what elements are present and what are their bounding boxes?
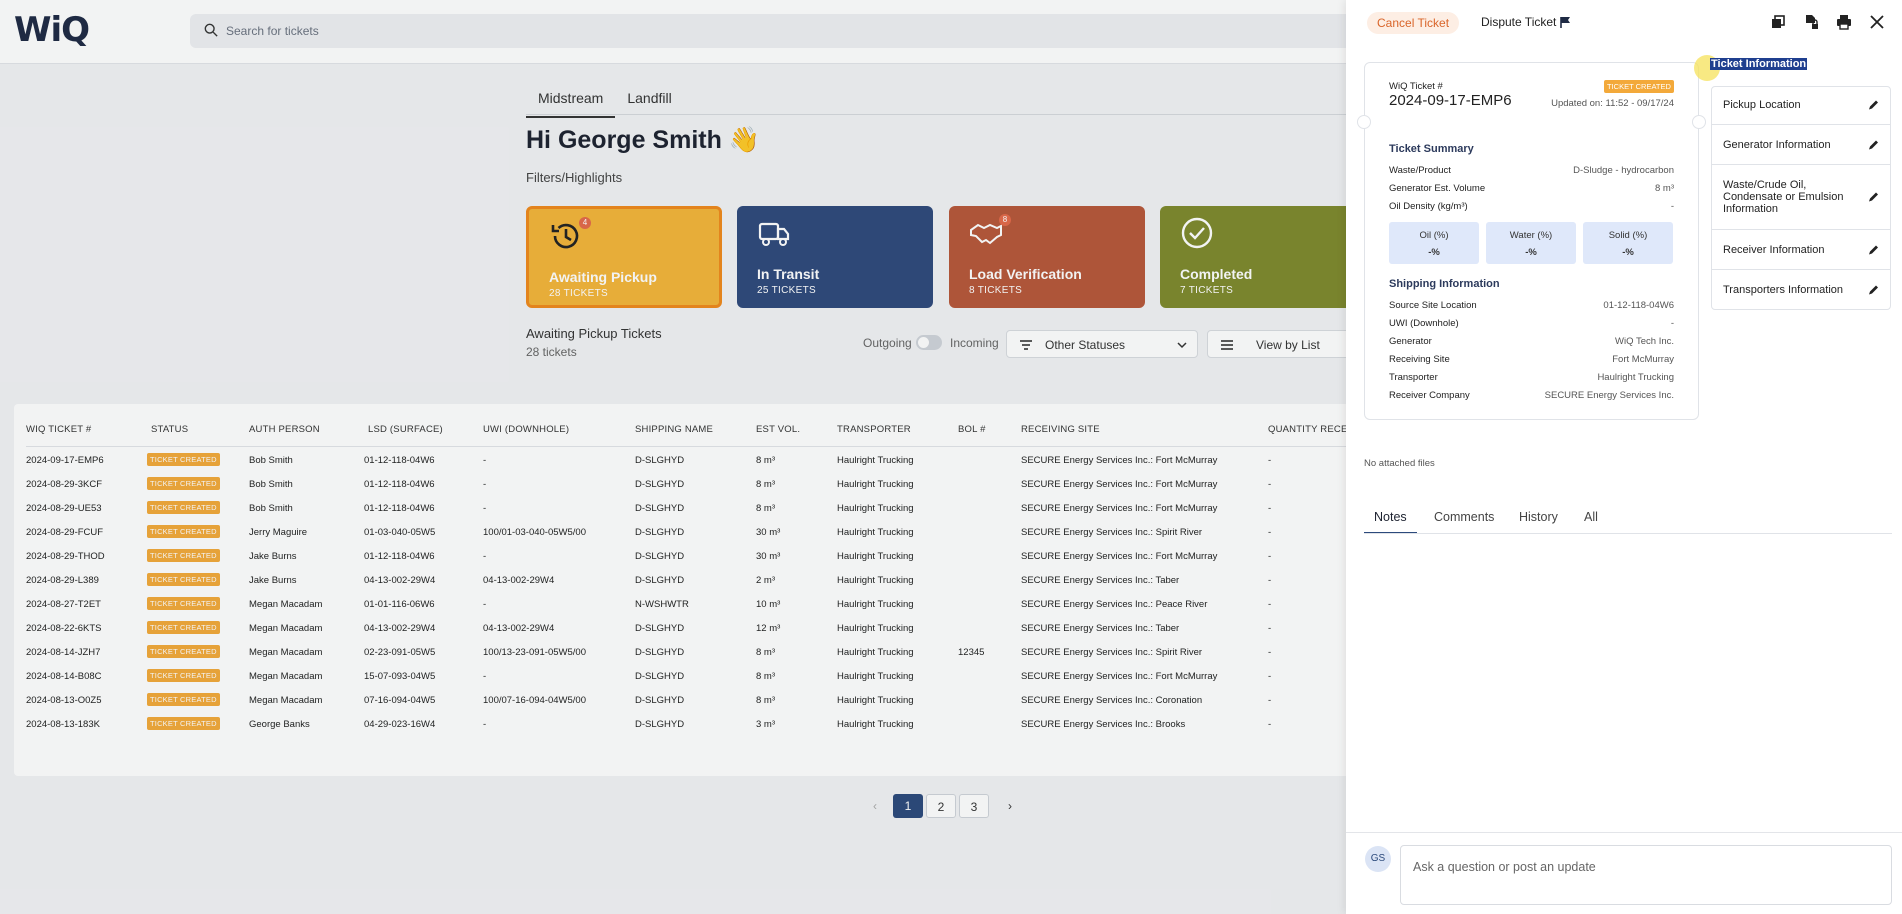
ticket-info-nav-item[interactable]: Generator Information [1711, 125, 1891, 165]
ticket-summary-title: Ticket Summary [1389, 143, 1474, 155]
ticket-info-nav-item[interactable]: Waste/Crude Oil, Condensate or Emulsion … [1711, 165, 1891, 230]
dispute-ticket-label: Dispute Ticket [1481, 15, 1557, 29]
nav-item-label: Pickup Location [1723, 99, 1801, 111]
updated-timestamp: Updated on: 11:52 - 09/17/24 [1551, 98, 1674, 109]
field-value: - [1670, 318, 1674, 329]
avatar: GS [1365, 846, 1391, 872]
print-icon[interactable] [1836, 14, 1852, 30]
field-label: Source Site Location [1389, 300, 1477, 311]
field-value: D-Sludge - hydrocarbon [1573, 165, 1674, 176]
oil-percent-label: Oil (%) [1419, 230, 1449, 241]
solid-percent-label: Solid (%) [1608, 230, 1648, 241]
field-label: Oil Density (kg/m³) [1389, 201, 1468, 212]
field-label: Receiving Site [1389, 354, 1450, 365]
water-percent-label: Water (%) [1509, 230, 1553, 241]
field-label: Generator [1389, 336, 1432, 347]
water-percent-box: Water (%) -% [1486, 222, 1576, 264]
field-label: Receiver Company [1389, 390, 1470, 401]
tab-history[interactable]: History [1519, 510, 1558, 524]
ticket-info-nav-item[interactable]: Receiver Information [1711, 230, 1891, 270]
ticket-info-nav-item[interactable]: Pickup Location [1711, 86, 1891, 125]
ticket-number-label: WiQ Ticket # [1389, 81, 1443, 92]
page-overlay[interactable] [0, 0, 1346, 914]
ticket-information-title: Ticket Information [1710, 58, 1808, 70]
solid-percent-box: Solid (%) -% [1583, 222, 1673, 264]
edit-icon[interactable] [1868, 192, 1879, 203]
field-label: Transporter [1389, 372, 1438, 383]
field-value: Fort McMurray [1612, 354, 1674, 365]
field-value: - [1670, 201, 1674, 212]
water-percent-value: -% [1525, 247, 1537, 258]
flag-icon [1560, 17, 1571, 28]
cancel-ticket-button[interactable]: Cancel Ticket [1367, 12, 1460, 34]
edit-icon[interactable] [1868, 285, 1879, 296]
solid-percent-value: -% [1622, 247, 1634, 258]
nav-item-label: Receiver Information [1723, 243, 1825, 256]
oil-percent-box: Oil (%) -% [1389, 222, 1479, 264]
ticket-notch-right [1692, 115, 1706, 129]
field-value: 01-12-118-04W6 [1603, 300, 1674, 311]
edit-icon[interactable] [1868, 139, 1879, 150]
field-value: SECURE Energy Services Inc. [1544, 390, 1674, 401]
no-attached-files: No attached files [1364, 458, 1435, 469]
edit-icon[interactable] [1868, 244, 1879, 255]
field-value: WiQ Tech Inc. [1615, 336, 1674, 347]
composer-divider [1346, 832, 1902, 833]
close-icon[interactable] [1869, 14, 1885, 30]
status-badge: TICKET CREATED [1604, 80, 1674, 93]
field-value: Haulright Trucking [1597, 372, 1674, 383]
update-input[interactable]: Ask a question or post an update [1400, 845, 1892, 905]
tab-all[interactable]: All [1584, 510, 1598, 524]
field-label: Generator Est. Volume [1389, 183, 1486, 194]
copy-icon[interactable] [1770, 14, 1786, 30]
tab-notes[interactable]: Notes [1364, 510, 1417, 534]
oil-percent-value: -% [1428, 247, 1440, 258]
edit-icon[interactable] [1868, 100, 1879, 111]
nav-item-label: Waste/Crude Oil, Condensate or Emulsion … [1723, 179, 1844, 215]
nav-item-label: Transporters Information [1723, 284, 1844, 296]
shipping-info-title: Shipping Information [1389, 278, 1500, 290]
nav-item-label: Generator Information [1723, 138, 1831, 151]
file-lock-icon[interactable] [1803, 14, 1819, 30]
ticket-notch-left [1357, 115, 1371, 129]
ticket-number: 2024-09-17-EMP6 [1389, 92, 1512, 109]
dispute-ticket-button[interactable]: Dispute Ticket [1481, 15, 1571, 29]
ticket-info-nav-item[interactable]: Transporters Information [1711, 270, 1891, 310]
field-value: 8 m³ [1655, 183, 1674, 194]
notes-tabs-divider [1364, 533, 1892, 534]
field-label: UWI (Downhole) [1389, 318, 1459, 329]
field-label: Waste/Product [1389, 165, 1451, 176]
tab-comments[interactable]: Comments [1434, 510, 1494, 524]
